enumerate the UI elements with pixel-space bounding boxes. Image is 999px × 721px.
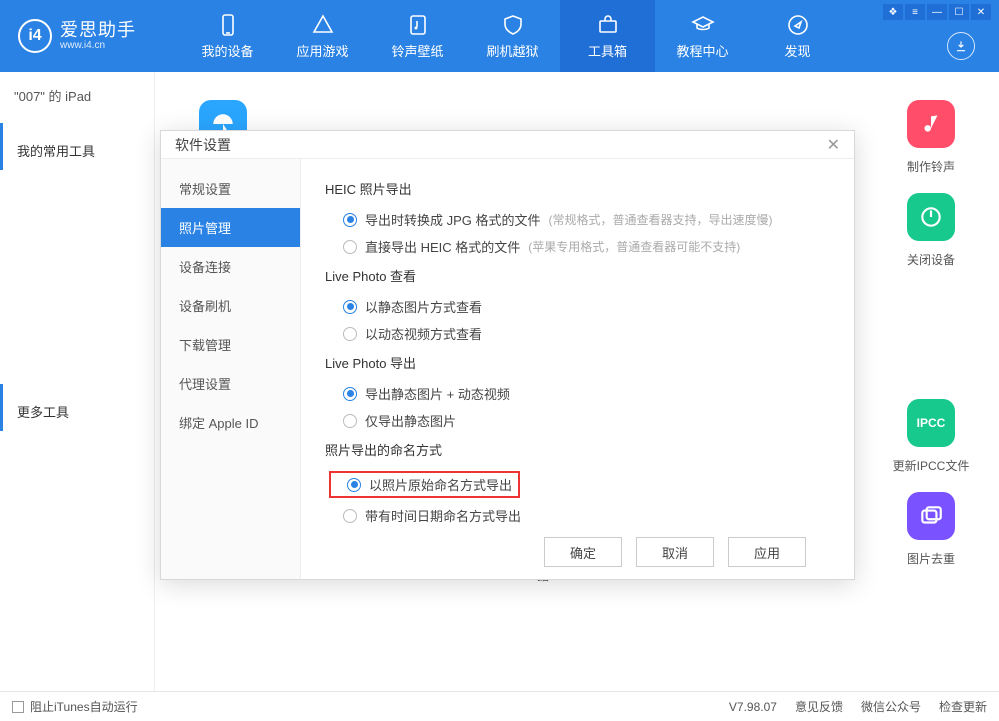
- ok-button[interactable]: 确定: [544, 537, 622, 567]
- nav-my-device[interactable]: 我的设备: [180, 0, 275, 72]
- nav-ringtone[interactable]: 铃声壁纸: [370, 0, 465, 72]
- opt-naming-datetime[interactable]: 带有时间日期命名方式导出: [325, 502, 830, 529]
- side-device-conn[interactable]: 设备连接: [161, 247, 300, 286]
- app-header: i4 爱思助手 www.i4.cn 我的设备 应用游戏 铃声壁纸 刷机越狱 工具…: [0, 0, 999, 72]
- logo: i4 爱思助手 www.i4.cn: [0, 19, 180, 53]
- settings-panel: HEIC 照片导出 导出时转换成 JPG 格式的文件(常规格式，普通查看器支持，…: [301, 159, 854, 579]
- opt-naming-original[interactable]: 以照片原始命名方式导出: [325, 467, 830, 502]
- dialog-title: 软件设置: [175, 135, 231, 155]
- close-icon[interactable]: ✕: [827, 135, 840, 155]
- window-controls: ❖ ≡ — ☐ ✕: [883, 4, 991, 20]
- nav-label: 刷机越狱: [486, 41, 538, 60]
- opt-lpexp-static[interactable]: 仅导出静态图片: [325, 407, 830, 434]
- music-icon: [406, 13, 430, 37]
- images-icon: [918, 503, 944, 529]
- shield-icon: [501, 13, 525, 37]
- note-plus-icon: [918, 111, 944, 137]
- nav-label: 我的设备: [201, 41, 253, 60]
- wechat-link[interactable]: 微信公众号: [861, 698, 921, 715]
- opt-lpexp-both[interactable]: 导出静态图片 + 动态视频: [325, 380, 830, 407]
- opt-lpview-static[interactable]: 以静态图片方式查看: [325, 293, 830, 320]
- brand-url: www.i4.cn: [60, 40, 136, 51]
- opt-lpview-video[interactable]: 以动态视频方式查看: [325, 320, 830, 347]
- settings-side-nav: 常规设置 照片管理 设备连接 设备刷机 下载管理 代理设置 绑定 Apple I…: [161, 159, 301, 579]
- check-update-link[interactable]: 检查更新: [939, 698, 987, 715]
- toolbox-icon: [596, 13, 620, 37]
- tool-shutdown[interactable]: 关闭设备: [891, 193, 971, 268]
- tool-label: 图片去重: [907, 550, 955, 567]
- wc-menu-icon[interactable]: ≡: [905, 4, 925, 20]
- brand-name: 爱思助手: [60, 21, 136, 41]
- settings-dialog: 软件设置 ✕ 常规设置 照片管理 设备连接 设备刷机 下载管理 代理设置 绑定 …: [160, 130, 855, 580]
- download-icon: [954, 39, 968, 53]
- compass-icon: [786, 13, 810, 37]
- apps-icon: [311, 13, 335, 37]
- side-photo[interactable]: 照片管理: [161, 208, 300, 247]
- version-label: V7.98.07: [729, 700, 777, 714]
- nav-toolbox[interactable]: 工具箱: [560, 0, 655, 72]
- side-proxy[interactable]: 代理设置: [161, 364, 300, 403]
- opt-heic-jpg[interactable]: 导出时转换成 JPG 格式的文件(常规格式，普通查看器支持，导出速度慢): [325, 206, 830, 233]
- nav-flash[interactable]: 刷机越狱: [465, 0, 560, 72]
- ipcc-icon: IPCC: [907, 399, 955, 447]
- nav-label: 教程中心: [676, 41, 728, 60]
- nav-label: 发现: [784, 41, 810, 60]
- nav-label: 应用游戏: [296, 41, 348, 60]
- wc-close-icon[interactable]: ✕: [971, 4, 991, 20]
- tool-label: 关闭设备: [907, 251, 955, 268]
- tool-dedupe[interactable]: 图片去重: [891, 492, 971, 584]
- tool-ringtone[interactable]: 制作铃声: [891, 100, 971, 175]
- feedback-link[interactable]: 意见反馈: [795, 698, 843, 715]
- phone-icon: [216, 13, 240, 37]
- nav-discover[interactable]: 发现: [750, 0, 845, 72]
- left-sidebar: "007" 的 iPad 我的常用工具 更多工具: [0, 72, 155, 691]
- section-lp-export: Live Photo 导出: [325, 353, 830, 372]
- checkbox-label: 阻止iTunes自动运行: [30, 700, 138, 714]
- graduation-icon: [691, 13, 715, 37]
- tool-ipcc[interactable]: IPCC 更新IPCC文件: [891, 399, 971, 474]
- opt-heic-raw[interactable]: 直接导出 HEIC 格式的文件(苹果专用格式，普通查看器可能不支持): [325, 233, 830, 260]
- side-general[interactable]: 常规设置: [161, 169, 300, 208]
- nav-apps[interactable]: 应用游戏: [275, 0, 370, 72]
- group-favorites: 我的常用工具: [0, 123, 154, 170]
- section-naming: 照片导出的命名方式: [325, 440, 830, 459]
- group-more: 更多工具: [0, 384, 154, 431]
- logo-badge: i4: [18, 19, 52, 53]
- nav-label: 铃声壁纸: [391, 41, 443, 60]
- device-name[interactable]: "007" 的 iPad: [0, 72, 154, 119]
- download-button[interactable]: [947, 32, 975, 60]
- wc-min-icon[interactable]: —: [927, 4, 947, 20]
- apply-button[interactable]: 应用: [728, 537, 806, 567]
- status-bar: 阻止iTunes自动运行 V7.98.07 意见反馈 微信公众号 检查更新: [0, 691, 999, 721]
- tool-label: 更新IPCC文件: [893, 457, 970, 474]
- nav-label: 工具箱: [588, 41, 627, 60]
- block-itunes-checkbox[interactable]: 阻止iTunes自动运行: [12, 698, 138, 715]
- power-icon: [918, 204, 944, 230]
- section-lp-view: Live Photo 查看: [325, 266, 830, 285]
- nav-tutorial[interactable]: 教程中心: [655, 0, 750, 72]
- side-device-flash[interactable]: 设备刷机: [161, 286, 300, 325]
- top-nav: 我的设备 应用游戏 铃声壁纸 刷机越狱 工具箱 教程中心 发现: [180, 0, 845, 72]
- wc-max-icon[interactable]: ☐: [949, 4, 969, 20]
- section-heic: HEIC 照片导出: [325, 179, 830, 198]
- tool-label: 制作铃声: [907, 158, 955, 175]
- side-download[interactable]: 下载管理: [161, 325, 300, 364]
- cancel-button[interactable]: 取消: [636, 537, 714, 567]
- wc-skin-icon[interactable]: ❖: [883, 4, 903, 20]
- side-appleid[interactable]: 绑定 Apple ID: [161, 403, 300, 442]
